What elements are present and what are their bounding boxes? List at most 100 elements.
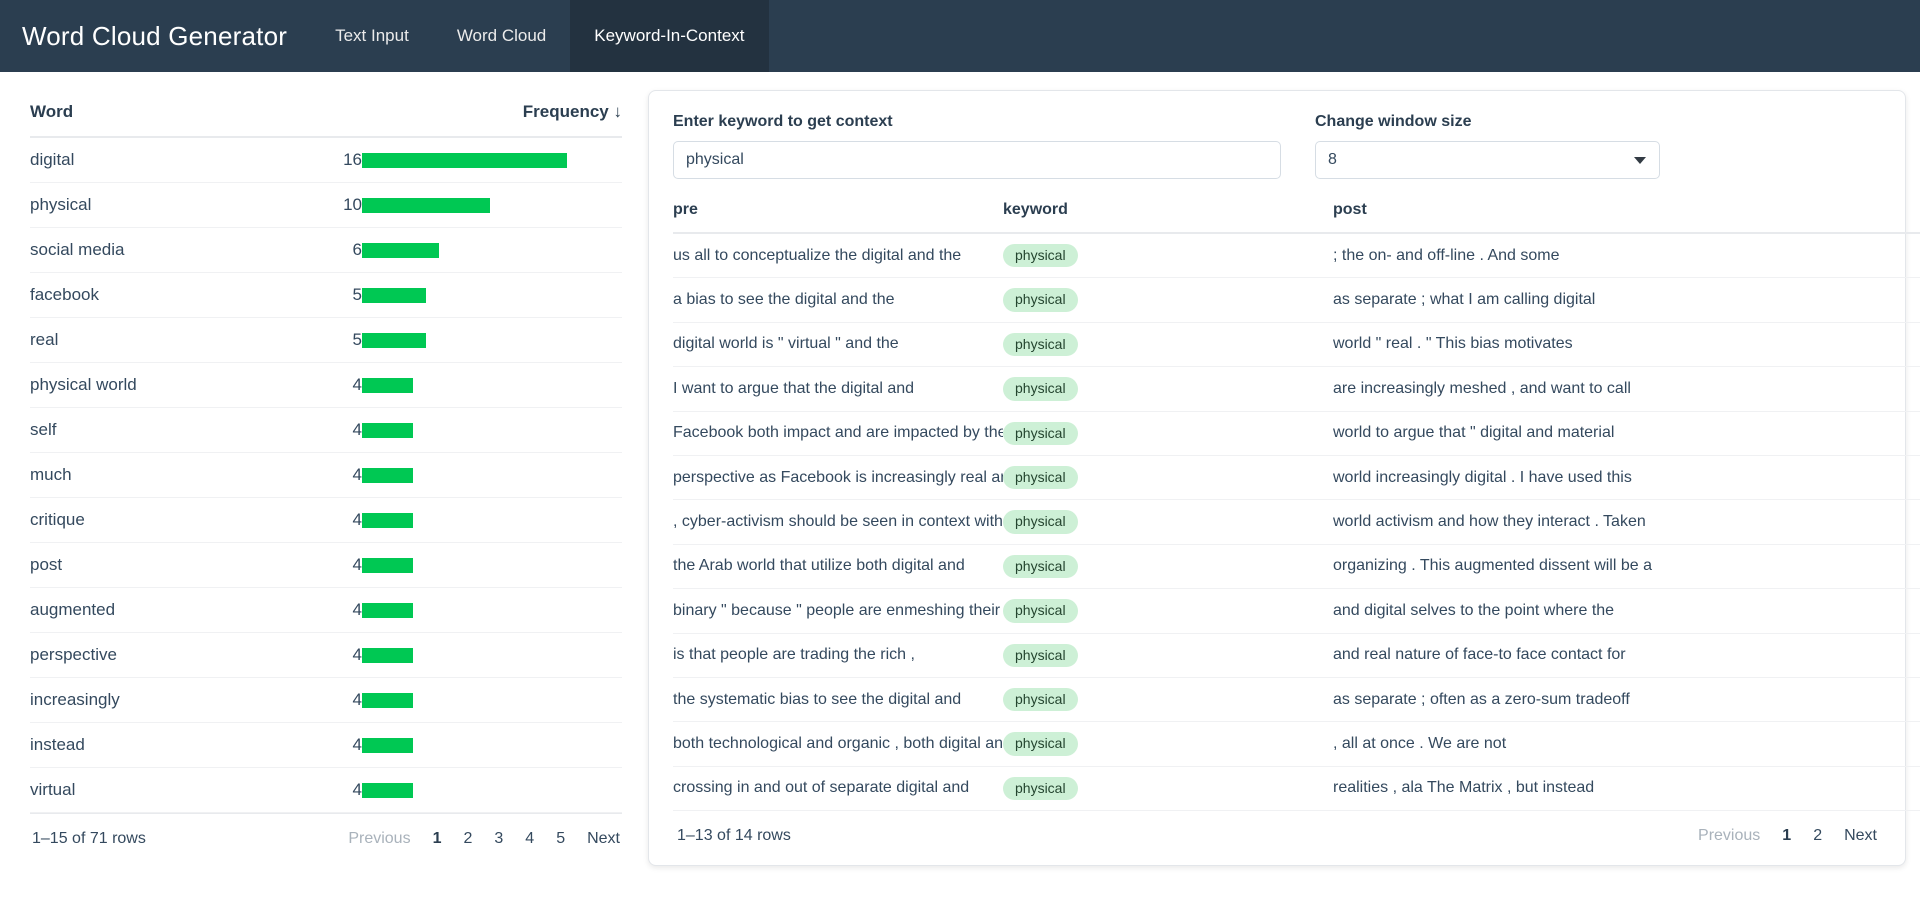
pre-context-cell: both technological and organic , both di… bbox=[673, 721, 1003, 767]
kwic-pagination: Previous 1 2 Next bbox=[1698, 827, 1877, 845]
tab-word-cloud[interactable]: Word Cloud bbox=[433, 0, 570, 72]
keyword-badge: physical bbox=[1003, 643, 1078, 667]
pre-context-cell: is that people are trading the rich , bbox=[673, 633, 1003, 678]
column-header-post[interactable]: post bbox=[1333, 197, 1920, 234]
kwic-page-1-button[interactable]: 1 bbox=[1782, 827, 1791, 845]
table-row: the Arab world that utilize both digital… bbox=[673, 544, 1920, 590]
pre-context-cell: I want to argue that the digital and bbox=[673, 366, 1003, 412]
frequency-value: 4 bbox=[343, 632, 362, 678]
word-cell: post bbox=[30, 542, 344, 588]
keyword-cell: physical bbox=[1003, 455, 1333, 501]
kwic-previous-button[interactable]: Previous bbox=[1698, 827, 1760, 845]
kwic-table-body: us all to conceptualize the digital and … bbox=[673, 233, 1920, 812]
table-header-row: Word Frequency ↓ bbox=[30, 96, 622, 138]
window-size-select[interactable]: 8 bbox=[1315, 141, 1660, 179]
pre-context-cell: the systematic bias to see the digital a… bbox=[673, 677, 1003, 723]
kwic-header-row: pre keyword post bbox=[673, 197, 1920, 234]
post-context-cell: and digital selves to the point where th… bbox=[1333, 588, 1920, 634]
table-row: is that people are trading the rich , phy… bbox=[673, 633, 1920, 678]
table-row: crossing in and out of separate digital … bbox=[673, 766, 1920, 812]
post-context-cell: ; the on- and off-line . And some bbox=[1333, 233, 1920, 279]
keyword-badge: physical bbox=[1003, 377, 1078, 401]
frequency-value: 5 bbox=[343, 272, 362, 318]
frequency-bar bbox=[362, 197, 491, 213]
keyword-cell: physical bbox=[1003, 633, 1333, 678]
post-context-cell: world to argue that " digital and materi… bbox=[1333, 411, 1920, 456]
keyword-badge: physical bbox=[1003, 687, 1078, 712]
frequency-bar bbox=[362, 647, 414, 663]
window-size-select-wrap: 8 bbox=[1315, 141, 1660, 179]
column-header-pre[interactable]: pre bbox=[673, 197, 1003, 234]
word-cell: self bbox=[30, 407, 344, 453]
kwic-controls: Enter keyword to get context Change wind… bbox=[673, 113, 1881, 179]
table-row: much 4 bbox=[30, 452, 622, 498]
word-table-rows-label: 1–15 of 71 rows bbox=[32, 830, 146, 847]
pre-context-cell: , cyber-activism should be seen in conte… bbox=[673, 499, 1003, 545]
column-header-frequency-label: Frequency bbox=[522, 102, 609, 121]
word-cell: augmented bbox=[30, 587, 344, 633]
frequency-bar-cell bbox=[362, 407, 622, 453]
frequency-value: 10 bbox=[343, 182, 362, 228]
frequency-bar bbox=[362, 467, 414, 483]
pre-context-cell: us all to conceptualize the digital and … bbox=[673, 233, 1003, 279]
column-header-keyword[interactable]: keyword bbox=[1003, 197, 1333, 234]
table-row: a bias to see the digital and the physica… bbox=[673, 277, 1920, 323]
kwic-rows-label: 1–13 of 14 rows bbox=[677, 827, 791, 845]
word-table-page-5-button[interactable]: 5 bbox=[556, 830, 565, 848]
word-table-page-3-button[interactable]: 3 bbox=[494, 830, 503, 848]
frequency-bar bbox=[362, 242, 439, 258]
table-row: physical world 4 bbox=[30, 362, 622, 408]
pre-context-cell: Facebook both impact and are impacted by… bbox=[673, 411, 1003, 456]
kwic-next-button[interactable]: Next bbox=[1844, 827, 1877, 845]
frequency-bar bbox=[362, 737, 414, 753]
word-table-page-4-button[interactable]: 4 bbox=[525, 830, 534, 848]
post-context-cell: are increasingly meshed , and want to ca… bbox=[1333, 366, 1920, 412]
keyword-badge: physical bbox=[1003, 332, 1078, 357]
frequency-value: 4 bbox=[343, 452, 362, 498]
page-body: Word Frequency ↓ digital 16 physical 10 soci… bbox=[0, 72, 1920, 912]
word-table-page-2-button[interactable]: 2 bbox=[463, 830, 472, 848]
frequency-value: 5 bbox=[343, 317, 362, 363]
tab-keyword-in-context[interactable]: Keyword-In-Context bbox=[570, 0, 769, 72]
table-row: post 4 bbox=[30, 542, 622, 588]
pre-context-cell: crossing in and out of separate digital … bbox=[673, 766, 1003, 812]
keyword-cell: physical bbox=[1003, 411, 1333, 456]
word-table-footer: 1–15 of 71 rows Previous 1 2 3 4 5 Next bbox=[30, 813, 622, 848]
word-frequency-table: Word Frequency ↓ digital 16 physical 10 soci… bbox=[30, 96, 622, 813]
keyword-badge: physical bbox=[1003, 288, 1078, 312]
post-context-cell: as separate ; often as a zero-sum tradeo… bbox=[1333, 677, 1920, 723]
keyword-cell: physical bbox=[1003, 366, 1333, 412]
tab-text-input[interactable]: Text Input bbox=[311, 0, 433, 72]
keyword-cell: physical bbox=[1003, 766, 1333, 812]
table-row: Facebook both impact and are impacted by… bbox=[673, 411, 1920, 456]
word-table-pagination: Previous 1 2 3 4 5 Next bbox=[348, 830, 620, 848]
post-context-cell: world " real . " This bias motivates bbox=[1333, 322, 1920, 368]
word-cell: perspective bbox=[30, 632, 344, 678]
table-row: augmented 4 bbox=[30, 587, 622, 633]
keyword-badge: physical bbox=[1003, 465, 1078, 490]
column-header-frequency[interactable]: Frequency ↓ bbox=[343, 96, 622, 138]
kwic-page-2-button[interactable]: 2 bbox=[1813, 827, 1822, 845]
keyword-input[interactable] bbox=[673, 141, 1281, 179]
frequency-bar-cell bbox=[362, 227, 622, 273]
top-navbar: Word Cloud Generator Text Input Word Clo… bbox=[0, 0, 1920, 72]
keyword-control-group: Enter keyword to get context bbox=[673, 113, 1281, 179]
word-table-next-button[interactable]: Next bbox=[587, 830, 620, 848]
pre-context-cell: binary " because " people are enmeshing … bbox=[673, 588, 1003, 634]
frequency-bar bbox=[362, 692, 414, 708]
frequency-value: 6 bbox=[343, 227, 362, 273]
word-table-previous-button[interactable]: Previous bbox=[348, 830, 410, 848]
table-row: I want to argue that the digital and phys… bbox=[673, 366, 1920, 412]
post-context-cell: organizing . This augmented dissent will… bbox=[1333, 544, 1920, 590]
keyword-cell: physical bbox=[1003, 721, 1333, 767]
post-context-cell: and real nature of face-to face contact … bbox=[1333, 633, 1920, 678]
frequency-value: 4 bbox=[343, 497, 362, 543]
table-row: self 4 bbox=[30, 407, 622, 453]
kwic-card: Enter keyword to get context Change wind… bbox=[648, 90, 1920, 867]
frequency-bar-cell bbox=[362, 767, 622, 813]
word-table-page-1-button[interactable]: 1 bbox=[433, 830, 442, 848]
keyword-badge: physical bbox=[1003, 776, 1078, 801]
column-header-word[interactable]: Word bbox=[30, 96, 344, 138]
word-table-body: digital 16 physical 10 social media 6 facebook… bbox=[30, 137, 622, 813]
frequency-bar-cell bbox=[362, 137, 622, 183]
